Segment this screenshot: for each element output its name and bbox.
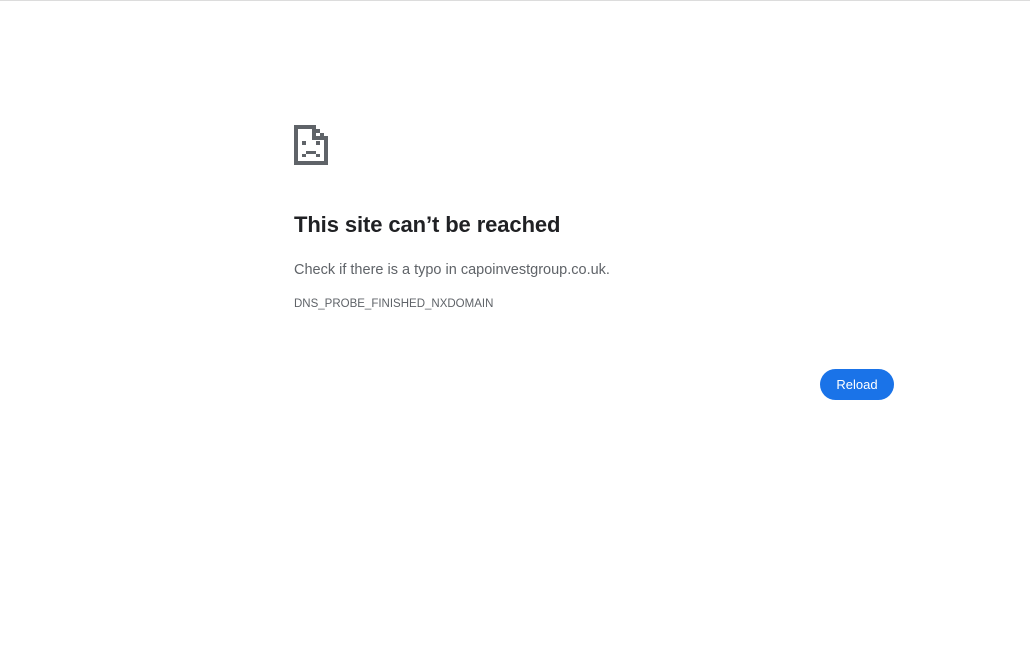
top-border	[0, 0, 1030, 1]
error-heading: This site can’t be reached	[294, 212, 561, 237]
error-code: DNS_PROBE_FINISHED_NXDOMAIN	[294, 298, 494, 310]
reload-button[interactable]: Reload	[820, 369, 894, 400]
error-suggestion: Check if there is a typo in capoinvestgr…	[294, 262, 610, 278]
sad-document-icon	[293, 124, 329, 166]
